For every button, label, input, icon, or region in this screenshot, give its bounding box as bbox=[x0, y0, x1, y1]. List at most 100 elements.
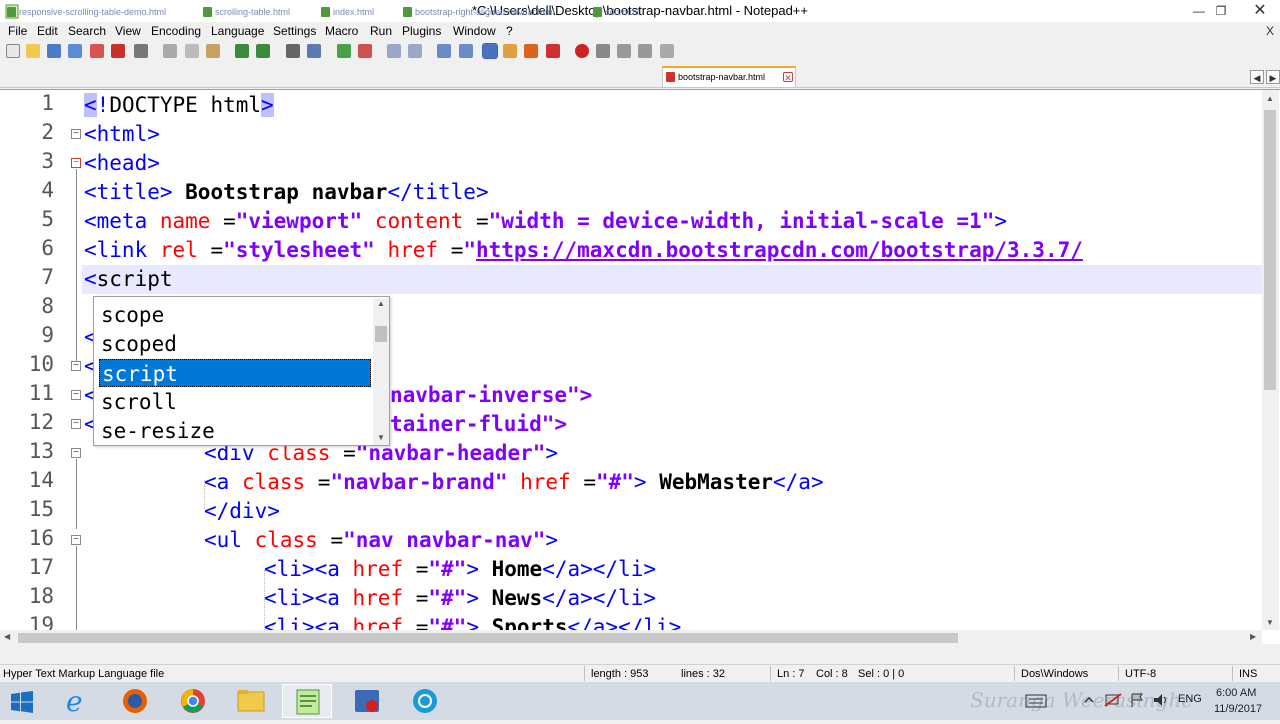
svg-text:e: e bbox=[66, 685, 83, 718]
fold-toggle-icon[interactable]: − bbox=[71, 419, 81, 429]
video-editor-taskbar-button[interactable] bbox=[342, 684, 392, 718]
autocomplete-item[interactable]: scroll bbox=[99, 388, 371, 416]
copy-icon[interactable] bbox=[185, 44, 199, 58]
indent-guide-icon[interactable] bbox=[482, 43, 498, 59]
line-number: 9 bbox=[41, 323, 54, 347]
volume-icon[interactable] bbox=[1152, 692, 1170, 708]
play-macro-icon[interactable] bbox=[617, 44, 631, 58]
new-file-icon[interactable] bbox=[6, 44, 20, 58]
menu-plugins[interactable]: Plugins bbox=[402, 24, 441, 38]
close-all-icon[interactable] bbox=[111, 44, 125, 58]
windows-start-icon[interactable] bbox=[10, 690, 34, 714]
zoom-out-icon[interactable] bbox=[358, 44, 372, 58]
sync-horizontal-icon[interactable] bbox=[408, 44, 422, 58]
close-window-button[interactable]: ✕ bbox=[1240, 0, 1280, 22]
scroll-right-icon[interactable]: ▶ bbox=[1250, 632, 1256, 641]
doc-map-icon[interactable] bbox=[546, 44, 560, 58]
save-macro-icon[interactable] bbox=[660, 44, 674, 58]
clock-date[interactable]: 11/9/2017 bbox=[1214, 703, 1262, 715]
autocomplete-scrollbar[interactable]: ▲ ▼ bbox=[373, 298, 389, 445]
camtasia-taskbar-button[interactable] bbox=[400, 684, 450, 718]
status-divider bbox=[770, 666, 771, 681]
menu-window[interactable]: Window bbox=[453, 24, 496, 38]
fold-toggle-icon[interactable]: − bbox=[71, 535, 81, 545]
zoom-in-icon[interactable] bbox=[337, 44, 351, 58]
menu-encoding[interactable]: Encoding bbox=[151, 24, 201, 38]
autocomplete-item[interactable]: scope bbox=[99, 301, 371, 329]
close-document-button[interactable]: X bbox=[1266, 24, 1274, 38]
tab-bootstrap-navbar[interactable]: bootstrap-navbar.html ✕ bbox=[662, 66, 796, 87]
close-tab-icon[interactable]: ✕ bbox=[783, 72, 793, 83]
folder-as-workspace-icon[interactable] bbox=[503, 44, 517, 58]
menu-help[interactable]: ? bbox=[506, 24, 513, 38]
show-hidden-icons-icon[interactable] bbox=[1083, 694, 1095, 706]
autocomplete-item[interactable]: scoped bbox=[99, 330, 371, 358]
tab-scrolling-table[interactable]: scrolling-table.html bbox=[200, 3, 312, 22]
tab-bootstrap-right-aligned-navbar[interactable]: bootstrap-right-aligned-navbar.html bbox=[400, 3, 586, 22]
file-icon bbox=[203, 7, 212, 17]
notepadpp-taskbar-button[interactable] bbox=[282, 684, 332, 718]
function-list-icon[interactable] bbox=[524, 44, 538, 58]
menu-edit[interactable]: Edit bbox=[37, 24, 58, 38]
tab-responsive-scrolling-table-demo[interactable]: responsive-scrolling-table-demo.html bbox=[4, 3, 198, 22]
tab-scroll-right-button[interactable]: ▶ bbox=[1266, 70, 1280, 84]
menu-search[interactable]: Search bbox=[68, 24, 106, 38]
fold-toggle-icon[interactable]: − bbox=[71, 129, 81, 139]
tab-scroll-left-button[interactable]: ◀ bbox=[1250, 70, 1264, 84]
sync-vertical-icon[interactable] bbox=[387, 44, 401, 58]
keyboard-icon[interactable] bbox=[1025, 694, 1047, 708]
fold-toggle-icon[interactable]: − bbox=[71, 361, 81, 371]
scroll-down-icon[interactable]: ▼ bbox=[1266, 618, 1274, 627]
menu-settings[interactable]: Settings bbox=[273, 24, 316, 38]
undo-icon[interactable] bbox=[235, 44, 249, 58]
autocomplete-item-selected[interactable]: script bbox=[99, 359, 371, 387]
menu-macro[interactable]: Macro bbox=[325, 24, 358, 38]
fold-toggle-icon[interactable]: − bbox=[71, 448, 81, 458]
fold-toggle-icon[interactable]: − bbox=[71, 390, 81, 400]
cut-icon[interactable] bbox=[163, 44, 177, 58]
menu-run[interactable]: Run bbox=[370, 24, 392, 38]
paste-icon[interactable] bbox=[206, 44, 220, 58]
fold-toggle-icon[interactable]: − bbox=[71, 158, 81, 168]
menu-file[interactable]: File bbox=[8, 24, 27, 38]
horizontal-scrollbar[interactable]: ◀ ▶ bbox=[0, 630, 1262, 644]
firefox-taskbar-button[interactable] bbox=[110, 684, 160, 718]
scroll-left-icon[interactable]: ◀ bbox=[4, 632, 10, 641]
save-all-icon[interactable] bbox=[68, 44, 82, 58]
scroll-down-icon[interactable]: ▼ bbox=[377, 433, 385, 442]
tab-cdn[interactable]: cdn.html bbox=[590, 3, 660, 22]
tab-index[interactable]: index.html bbox=[318, 3, 396, 22]
network-icon[interactable] bbox=[1104, 692, 1122, 708]
autocomplete-item[interactable]: se-resize bbox=[99, 417, 371, 445]
print-icon[interactable] bbox=[134, 44, 148, 58]
input-language[interactable]: ENG bbox=[1178, 693, 1202, 705]
open-file-icon[interactable] bbox=[26, 44, 40, 58]
word-wrap-icon[interactable] bbox=[437, 44, 451, 58]
file-icon bbox=[403, 7, 412, 17]
save-icon[interactable] bbox=[47, 44, 61, 58]
vertical-scrollbar[interactable]: ▲ ▼ bbox=[1262, 90, 1279, 630]
cursor-col: Col : 8 bbox=[816, 668, 848, 680]
stop-macro-icon[interactable] bbox=[596, 44, 610, 58]
file-explorer-taskbar-button[interactable] bbox=[226, 684, 276, 718]
close-icon[interactable] bbox=[90, 44, 104, 58]
autocomplete-scroll-thumb[interactable] bbox=[375, 326, 387, 342]
recorder-icon bbox=[355, 690, 379, 712]
show-all-chars-icon[interactable] bbox=[459, 44, 473, 58]
flag-icon[interactable] bbox=[1128, 692, 1146, 708]
internet-explorer-taskbar-button[interactable]: e bbox=[52, 684, 102, 718]
find-icon[interactable] bbox=[286, 44, 300, 58]
vertical-scroll-thumb[interactable] bbox=[1264, 110, 1276, 390]
clock-time[interactable]: 6:00 AM bbox=[1216, 687, 1256, 699]
redo-icon[interactable] bbox=[256, 44, 270, 58]
scroll-up-icon[interactable]: ▲ bbox=[1266, 94, 1274, 103]
chrome-taskbar-button[interactable] bbox=[168, 684, 218, 718]
replace-icon[interactable] bbox=[307, 44, 321, 58]
horizontal-scroll-thumb[interactable] bbox=[18, 633, 958, 643]
maximize-button[interactable]: ❐ bbox=[1206, 0, 1236, 22]
run-macro-multiple-icon[interactable] bbox=[638, 44, 652, 58]
menu-language[interactable]: Language bbox=[211, 24, 264, 38]
record-macro-icon[interactable] bbox=[575, 44, 589, 58]
menu-view[interactable]: View bbox=[115, 24, 141, 38]
scroll-up-icon[interactable]: ▲ bbox=[377, 299, 385, 308]
